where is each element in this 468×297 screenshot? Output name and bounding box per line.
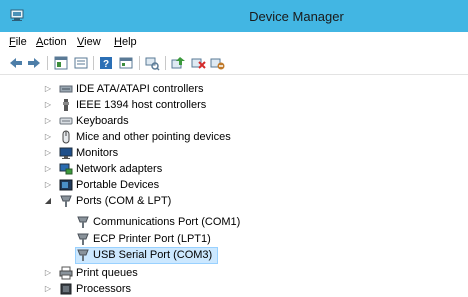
monitor-icon	[59, 147, 73, 159]
menu-file-label: ile	[15, 36, 27, 48]
menu-view-label: iew	[84, 36, 101, 48]
svg-text:?: ?	[103, 59, 109, 70]
menu-view[interactable]: View	[77, 36, 101, 48]
expand-arrow-icon[interactable]: ▷	[44, 81, 52, 97]
port-icon	[77, 249, 89, 261]
expand-arrow-icon[interactable]: ▷	[44, 161, 52, 177]
tree-item-label: Communications Port (COM1)	[93, 216, 241, 228]
port-icon	[77, 216, 89, 228]
processor-icon	[60, 283, 72, 295]
expand-arrow-icon[interactable]: ▷	[44, 129, 52, 145]
expand-arrow-icon[interactable]: ▷	[44, 113, 52, 129]
expand-arrow-icon[interactable]: ▷	[44, 265, 52, 281]
expand-arrow-icon[interactable]: ▷	[44, 281, 52, 297]
toolbar-separator	[47, 56, 48, 70]
properties-icon[interactable]	[53, 55, 69, 71]
port-icon	[77, 233, 89, 245]
port-icon	[60, 195, 72, 207]
menu-action[interactable]: Action	[36, 36, 67, 48]
menu-file-accel: F	[9, 36, 16, 48]
menu-bar: File Action View Help	[0, 32, 468, 52]
toolbar-separator	[139, 56, 140, 70]
window-title: Device Manager	[249, 9, 344, 24]
uninstall-icon[interactable]	[190, 55, 206, 71]
tree-item-label: Monitors	[76, 147, 119, 159]
portable-device-icon	[59, 179, 73, 191]
scan-hardware-icon[interactable]	[144, 55, 160, 71]
tree-item-label: USB Serial Port (COM3)	[93, 249, 213, 261]
expand-arrow-icon[interactable]: ▷	[44, 97, 52, 113]
menu-help[interactable]: Help	[114, 36, 137, 48]
printer-icon	[59, 266, 73, 280]
console-tree-icon[interactable]	[118, 55, 134, 71]
collapse-arrow-icon[interactable]: ◢	[44, 193, 52, 209]
disable-icon[interactable]	[209, 55, 225, 71]
tree-item-label: Keyboards	[76, 115, 129, 127]
menu-help-label: elp	[121, 36, 137, 48]
forward-icon[interactable]	[26, 55, 42, 71]
expand-arrow-icon[interactable]: ▷	[44, 145, 52, 161]
menu-help-accel: H	[114, 36, 122, 48]
menu-file[interactable]: File	[9, 36, 27, 48]
tree-item-label: IEEE 1394 host controllers	[76, 99, 207, 111]
menu-action-label: ction	[43, 36, 67, 48]
update-driver-icon[interactable]	[170, 55, 186, 71]
help-icon[interactable]: ?	[98, 55, 114, 71]
tree-item-label: Portable Devices	[76, 179, 160, 191]
device-tree[interactable]: ▷ IDE ATA/ATAPI controllers ▷ IEEE 1394 …	[0, 75, 468, 297]
tree-item-label: ECP Printer Port (LPT1)	[93, 233, 211, 245]
toolbar-separator	[93, 56, 94, 70]
toolbar: ?	[0, 52, 468, 75]
ieee1394-icon	[63, 99, 69, 111]
keyboard-icon	[59, 117, 73, 125]
network-adapter-icon	[59, 163, 73, 175]
tree-item-label: Network adapters	[76, 163, 163, 175]
title-bar: Device Manager	[0, 0, 468, 32]
tree-item-label: Print queues	[76, 267, 138, 279]
tree-item-label: IDE ATA/ATAPI controllers	[76, 83, 204, 95]
tree-item-label: Mice and other pointing devices	[76, 131, 231, 143]
tree-item-label: Ports (COM & LPT)	[76, 195, 172, 207]
mouse-icon	[62, 130, 70, 144]
tree-item-label: Processors	[76, 283, 132, 295]
show-hidden-icon[interactable]	[73, 55, 89, 71]
expand-arrow-icon[interactable]: ▷	[44, 177, 52, 193]
back-icon[interactable]	[8, 55, 24, 71]
toolbar-separator	[165, 56, 166, 70]
ide-controller-icon	[59, 85, 73, 93]
